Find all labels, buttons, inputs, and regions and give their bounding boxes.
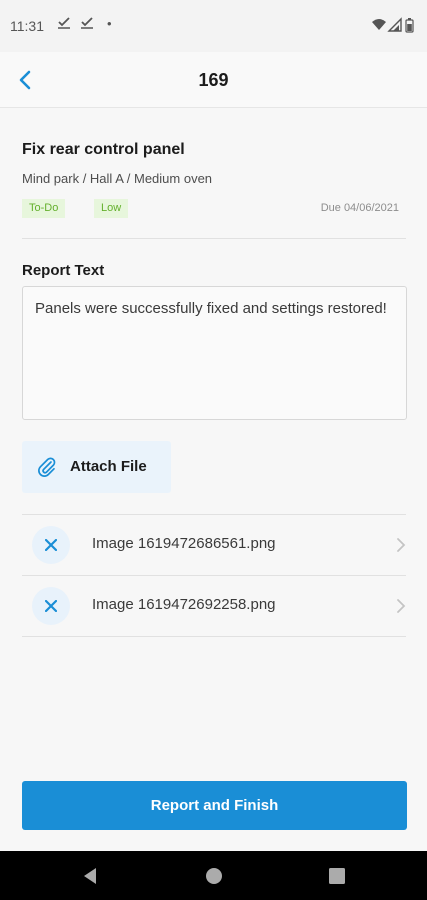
battery-icon (405, 18, 414, 33)
attachment-name: Image 1619472692258.png (92, 596, 276, 613)
divider (22, 636, 406, 637)
task-title: Fix rear control panel (22, 141, 185, 158)
cell-signal-icon (387, 17, 402, 32)
attachment-name: Image 1619472686561.png (92, 535, 276, 552)
report-and-finish-button[interactable]: Report and Finish (22, 781, 407, 830)
status-time: 11:31 (10, 18, 44, 34)
page-title: 169 (198, 70, 229, 90)
chevron-right-icon (397, 599, 406, 613)
wifi-icon (372, 19, 386, 30)
nav-home-icon[interactable] (203, 865, 225, 887)
status-icons (371, 17, 415, 33)
attachment-row[interactable]: Image 1619472692258.png (22, 576, 406, 636)
close-icon (45, 600, 57, 612)
dot-icon: • (107, 16, 112, 31)
nav-recents-icon[interactable] (326, 865, 348, 887)
close-icon (45, 539, 57, 551)
due-date: Due 04/06/2021 (320, 202, 399, 214)
chevron-right-icon (397, 538, 406, 552)
remove-attachment-button[interactable] (32, 587, 70, 625)
attach-file-button[interactable]: Attach File (22, 441, 171, 493)
divider (22, 238, 406, 239)
nav-back-icon[interactable] (80, 865, 102, 887)
paperclip-icon (38, 457, 56, 477)
task-location-path: Mind park / Hall A / Medium oven (22, 171, 213, 186)
attachment-row[interactable]: Image 1619472686561.png (22, 515, 406, 575)
remove-attachment-button[interactable] (32, 526, 70, 564)
status-bar: 11:31 • (0, 0, 427, 52)
report-text-field[interactable]: Panels were successfully fixed and setti… (22, 286, 407, 420)
system-nav-bar (0, 851, 427, 900)
status-badge: To-Do (22, 199, 66, 218)
attach-file-label: Attach File (70, 458, 147, 475)
report-text-label: Report Text (22, 262, 105, 279)
app-header: 169 (0, 52, 427, 108)
check-icon (57, 15, 71, 32)
priority-badge: Low (94, 199, 129, 218)
check-icon (80, 15, 94, 32)
